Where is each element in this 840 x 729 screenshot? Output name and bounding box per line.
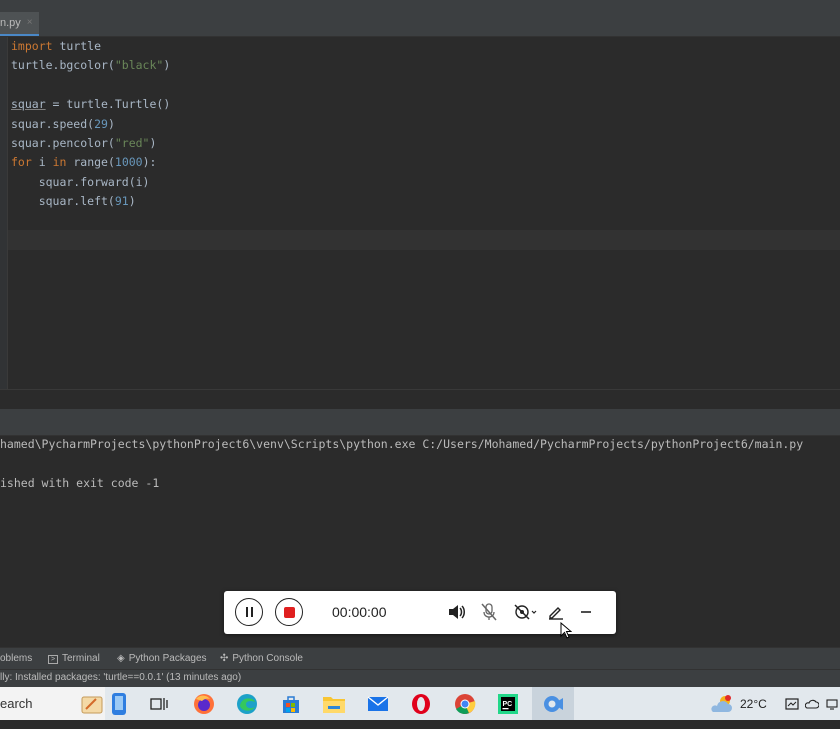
chrome-icon[interactable]: [452, 691, 478, 717]
tool-window-problems[interactable]: oblems: [0, 648, 32, 670]
file-explorer-icon[interactable]: [321, 691, 347, 717]
svg-text:PC: PC: [503, 701, 513, 708]
python-console-label: Python Console: [232, 653, 303, 664]
terminal-icon: >: [48, 654, 58, 664]
editor-bottom-area: [0, 389, 840, 410]
speaker-icon[interactable]: [446, 601, 468, 623]
python-packages-label: Python Packages: [128, 653, 207, 664]
title-strip: [0, 0, 840, 12]
packages-icon: ◈: [117, 653, 125, 664]
code-token: ): [107, 116, 115, 131]
stop-icon: [283, 606, 295, 618]
code-line: squar = turtle.Turtle(): [11, 95, 840, 114]
code-token: ): [149, 135, 157, 150]
taskbar-search-box[interactable]: earch: [0, 687, 126, 720]
minimize-recorder-icon[interactable]: [575, 601, 597, 623]
status-bar: lly: Installed packages: 'turtle==0.0.1'…: [0, 669, 840, 688]
code-line: import turtle: [11, 37, 840, 56]
tablet-mode-icon[interactable]: [783, 691, 801, 717]
stop-button[interactable]: [275, 598, 303, 626]
python-console-icon: ✣: [220, 653, 229, 664]
status-message: lly: Installed packages: 'turtle==0.0.1'…: [0, 672, 242, 683]
code-token: range(: [66, 155, 115, 170]
recording-timer: 00:00:00: [332, 604, 387, 620]
code-line: squar.left(91): [11, 192, 840, 211]
tool-window-python-console[interactable]: ✣ Python Console: [220, 648, 303, 670]
code-token: ):: [142, 155, 157, 170]
code-line: turtle.bgcolor("black"): [11, 56, 840, 75]
terminal-label: Terminal: [62, 653, 100, 664]
code-line: for i in range(1000):: [11, 153, 840, 172]
editor-tab-main-py[interactable]: n.py ×: [0, 12, 39, 36]
weather-widget[interactable]: 22°C: [710, 687, 767, 720]
code-token: 91: [114, 194, 129, 209]
code-token: 29: [94, 116, 108, 131]
network-tray-icon[interactable]: [823, 691, 840, 717]
code-token: 1000: [114, 155, 143, 170]
temperature-label: 22°C: [740, 696, 767, 711]
code-editor[interactable]: import turtle turtle.bgcolor("black") squ…: [11, 37, 840, 212]
code-token: in: [52, 155, 67, 170]
tool-window-terminal[interactable]: > Terminal: [48, 648, 100, 670]
code-token: squar.left(: [11, 194, 115, 209]
run-panel-header: [0, 409, 840, 436]
code-line: squar.pencolor("red"): [11, 134, 840, 153]
console-command-line: hamed\PycharmProjects\pythonProject6\ven…: [0, 437, 804, 451]
code-token: = turtle.Turtle(): [45, 97, 171, 112]
code-token: squar.forward(i): [11, 174, 150, 189]
windows-taskbar: earch PC 22°C: [0, 687, 840, 720]
code-token: "red": [114, 135, 150, 150]
code-token: squar.speed(: [11, 116, 95, 131]
pycharm-icon[interactable]: PC: [495, 691, 521, 717]
microphone-muted-icon[interactable]: [478, 601, 500, 623]
code-token: import: [11, 39, 53, 53]
code-token: squar.pencolor(: [11, 135, 115, 150]
close-tab-icon[interactable]: ×: [27, 11, 33, 35]
tool-window-python-packages[interactable]: ◈ Python Packages: [117, 648, 207, 670]
code-token: squar: [11, 97, 46, 112]
microsoft-store-icon[interactable]: [278, 691, 304, 717]
opera-icon[interactable]: [408, 691, 434, 717]
pen-draw-icon[interactable]: [545, 601, 567, 623]
code-token: turtle.bgcolor(: [11, 58, 115, 73]
pause-icon: [245, 607, 253, 617]
task-view-icon[interactable]: [146, 691, 172, 717]
weather-cloud-icon: [711, 694, 732, 712]
edge-icon[interactable]: [234, 691, 260, 717]
code-token: i: [31, 155, 53, 170]
search-highlight-icon: [80, 691, 132, 729]
firefox-icon[interactable]: [191, 691, 217, 717]
webcam-off-dropdown-icon[interactable]: [512, 601, 540, 623]
code-token: for: [11, 155, 32, 170]
code-token: turtle: [52, 39, 102, 53]
editor-gutter: [0, 37, 8, 389]
code-token: ): [163, 58, 171, 73]
mouse-cursor-icon: [560, 621, 573, 643]
code-token: ): [128, 194, 136, 209]
editor-tab-label: n.py: [0, 17, 21, 29]
code-token: "black": [114, 58, 164, 73]
problems-label: oblems: [0, 653, 33, 664]
camera-recorder-icon[interactable]: [532, 687, 574, 720]
cloud-tray-icon[interactable]: [803, 691, 821, 717]
screen-recorder-toolbar: 00:00:00: [224, 591, 616, 634]
code-line: squar.speed(29): [11, 115, 840, 134]
tool-window-strip: oblems > Terminal ◈ Python Packages ✣ Py…: [0, 647, 840, 670]
pause-button[interactable]: [235, 598, 263, 626]
search-label: earch: [0, 696, 33, 711]
console-exit-line: ished with exit code -1: [0, 476, 160, 490]
code-line: squar.forward(i): [11, 173, 840, 192]
editor-tab-bar: [0, 12, 840, 37]
mail-icon[interactable]: [365, 691, 391, 717]
caret-line-highlight: [8, 230, 840, 250]
